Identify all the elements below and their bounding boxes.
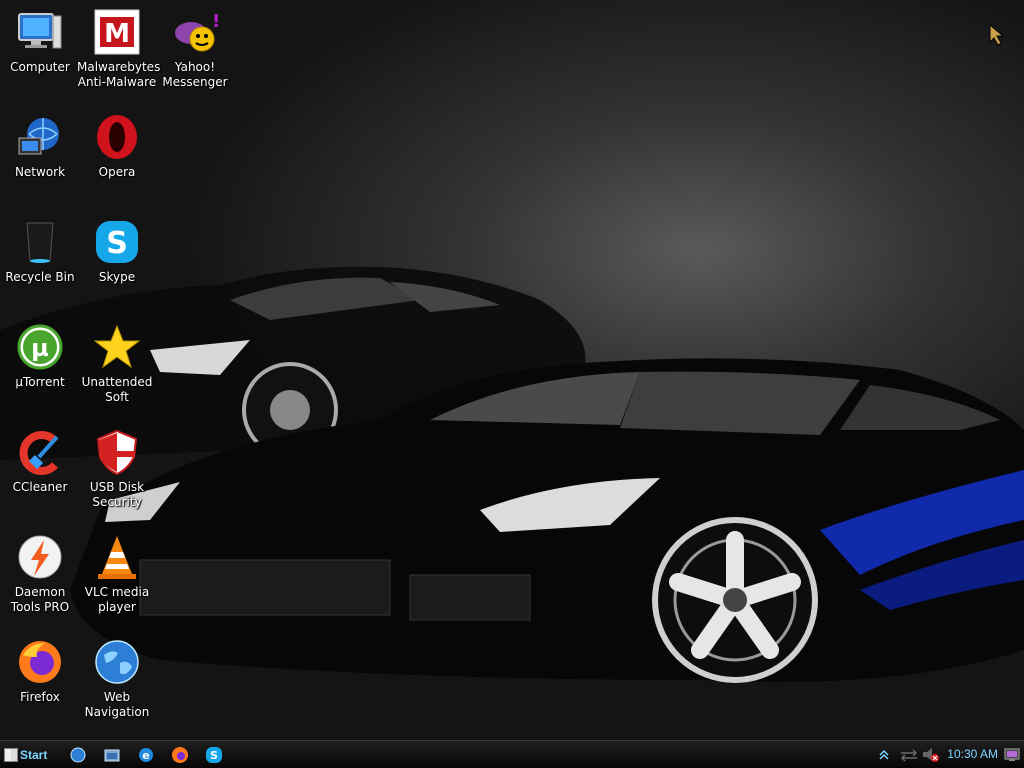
desktop-icon-label: Daemon Tools PRO <box>10 585 70 614</box>
yahoo-messenger-icon: ! <box>171 8 219 56</box>
globe-icon <box>93 638 141 686</box>
desktop-icon-computer[interactable]: Computer <box>0 4 80 104</box>
desktop-icon-opera[interactable]: Opera <box>77 109 157 209</box>
utorrent-icon: µ <box>16 323 64 371</box>
desktop-icon-label: Network <box>14 165 66 179</box>
desktop-icon-label: Firefox <box>20 690 60 704</box>
daemon-tools-icon <box>16 533 64 581</box>
svg-text:!: ! <box>212 11 218 32</box>
shield-icon <box>93 428 141 476</box>
svg-text:e: e <box>142 749 149 762</box>
desktop-icon-label: Unattended Soft <box>81 375 153 404</box>
desktop-icon-unattended-soft[interactable]: Unattended Soft <box>77 319 157 419</box>
desktop-icon-label: Skype <box>98 270 136 284</box>
desktop-icon-yahoo-messenger[interactable]: ! Yahoo! Messenger <box>155 4 235 104</box>
start-button[interactable]: Start <box>4 745 52 765</box>
desktop-icon-recycle-bin[interactable]: Recycle Bin <box>0 214 80 314</box>
quicklaunch-folder-icon[interactable] <box>103 746 121 764</box>
desktop-icon-ccleaner[interactable]: CCleaner <box>0 424 80 524</box>
desktop-icon-label: VLC media player <box>84 585 150 614</box>
opera-icon <box>93 113 141 161</box>
quicklaunch-skype-icon[interactable]: S <box>205 746 223 764</box>
start-flag-icon <box>4 748 18 762</box>
vlc-icon <box>93 533 141 581</box>
taskbar-clock[interactable]: 10:30 AM <box>947 747 998 761</box>
mouse-cursor-icon <box>989 23 1005 50</box>
skype-icon: S <box>93 218 141 266</box>
desktop-icon-web-navigation[interactable]: Web Navigation <box>77 634 157 734</box>
taskbar: Start e S 10:30 AM <box>0 740 1024 768</box>
malwarebytes-icon: M <box>93 8 141 56</box>
desktop-icon-label: CCleaner <box>12 480 68 494</box>
desktop-icon-label: Yahoo! Messenger <box>162 60 228 89</box>
desktop-icon-label: Malwarebytes Anti-Malware <box>77 60 161 89</box>
svg-text:µ: µ <box>31 334 49 362</box>
desktop-icon-label: µTorrent <box>15 375 65 389</box>
network-icon <box>16 113 64 161</box>
desktop-icon-daemon-tools[interactable]: Daemon Tools PRO <box>0 529 80 629</box>
computer-icon <box>16 8 64 56</box>
chevron-up-icon[interactable] <box>878 747 890 766</box>
desktop-icon-skype[interactable]: S Skype <box>77 214 157 314</box>
desktop-icon-label: Computer <box>10 60 70 74</box>
desktop-icon-label: Opera <box>98 165 136 179</box>
desktop-icon-vlc[interactable]: VLC media player <box>77 529 157 629</box>
desktop-icon-malwarebytes[interactable]: M Malwarebytes Anti-Malware <box>77 4 161 104</box>
quicklaunch-ie-icon[interactable]: e <box>137 746 155 764</box>
quicklaunch-firefox-icon[interactable] <box>171 746 189 764</box>
svg-text:S: S <box>106 226 128 261</box>
desktop-icon-label: Web Navigation <box>84 690 150 719</box>
desktop-icon-label: USB Disk Security <box>89 480 145 509</box>
svg-text:M: M <box>104 19 130 49</box>
star-icon <box>93 323 141 371</box>
ccleaner-icon <box>16 428 64 476</box>
desktop-icon-utorrent[interactable]: µ µTorrent <box>0 319 80 419</box>
desktop-icon-firefox[interactable]: Firefox <box>0 634 80 734</box>
start-label: Start <box>20 748 48 762</box>
desktop-icon-label: Recycle Bin <box>5 270 75 284</box>
network-arrows-icon[interactable] <box>900 747 918 766</box>
quicklaunch-globe-icon[interactable] <box>69 746 87 764</box>
firefox-icon <box>16 638 64 686</box>
system-tray: 10:30 AM <box>864 741 1024 768</box>
desktop-icon-network[interactable]: Network <box>0 109 80 209</box>
svg-text:S: S <box>210 749 218 762</box>
recycle-bin-icon <box>16 218 64 266</box>
monitor-icon[interactable] <box>1004 747 1020 766</box>
volume-muted-icon[interactable] <box>922 747 940 767</box>
desktop-icon-usb-disk-security[interactable]: USB Disk Security <box>77 424 157 524</box>
